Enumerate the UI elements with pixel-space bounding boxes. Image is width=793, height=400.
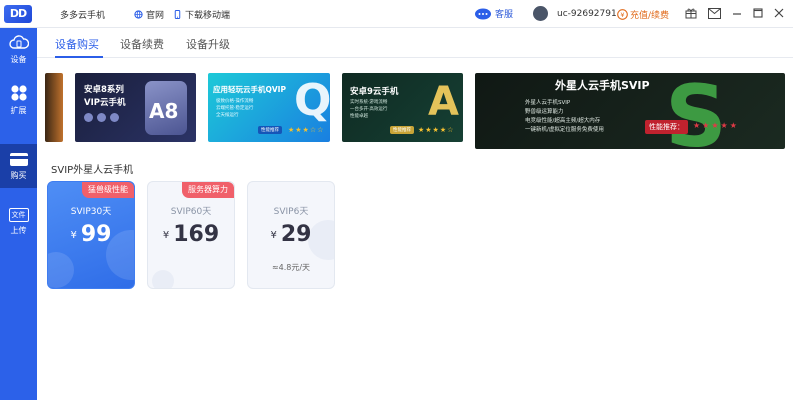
sidebar-item-device[interactable]: 设备 — [0, 28, 37, 72]
banner-big-letter: A — [428, 79, 459, 125]
plan-card-svip30[interactable]: 猛兽级性能 SVIP30天 ¥99 — [47, 181, 135, 289]
card-decoration — [48, 252, 74, 288]
app-title: 多多云手机 — [60, 11, 106, 21]
banner-title: 安卓8系列 — [84, 85, 124, 95]
recharge-label: 充值/续费 — [630, 11, 670, 21]
active-tab-indicator — [55, 56, 103, 58]
plan-badge: 服务器算力 — [182, 182, 234, 198]
sidebar: 设备 扩展 购买 文件上传 上传 — [0, 28, 37, 400]
svg-text:¥: ¥ — [620, 11, 624, 19]
recharge-button[interactable]: ¥ 充值/续费 — [617, 8, 669, 21]
banner-title: 应用轻玩云手机QVIP — [213, 85, 286, 94]
banner-feature: 一键新机/虚拟定位服务免费使用 — [525, 127, 604, 133]
currency-symbol: ¥ — [270, 230, 277, 241]
mail-icon[interactable] — [707, 6, 721, 20]
tab-device-renewal[interactable]: 设备续费 — [120, 36, 164, 52]
plan-card-svip6[interactable]: SVIP6天 ¥29 ≈4.8元/天 — [247, 181, 335, 289]
banner-feature: 电竞级性能/超高主频/超大内存 — [525, 118, 601, 124]
official-site-label: 官网 — [146, 11, 165, 21]
customer-service-button[interactable]: 客服 — [474, 7, 513, 20]
rating-stars: ★★★★☆ — [418, 126, 455, 134]
price-value: 29 — [280, 222, 312, 247]
maximize-button[interactable] — [751, 6, 765, 20]
banner-android9[interactable]: 安卓9云手机 A 实时系统·游戏流畅 一台多开·高效运行 性能卓越 性能推荐 ★… — [342, 73, 463, 142]
app-window: DD 多多云手机 官网 下载移动端 客服 uc-92692791 ¥ 充值/续费 — [0, 0, 793, 400]
banner-big-letter: Q — [294, 75, 330, 126]
price-value: 169 — [173, 222, 220, 247]
sidebar-item-purchase[interactable]: 购买 — [0, 144, 37, 188]
card-decoration — [152, 270, 174, 288]
plan-badge: 猛兽级性能 — [82, 182, 134, 198]
globe-icon — [134, 10, 143, 19]
tab-device-upgrade[interactable]: 设备升级 — [186, 36, 230, 52]
banner-feature: 野兽级运算能力 — [525, 109, 564, 115]
banner-big-letter: A8 — [149, 99, 179, 123]
banner-feature: 外星人云手机SVIP — [525, 100, 571, 106]
banner-feature: 极致价格·操作流畅 — [216, 99, 254, 104]
banner-qvip[interactable]: 应用轻玩云手机QVIP Q 极致价格·操作流畅 云端托管·稳定运行 全天候运行 … — [208, 73, 330, 142]
banner-feature: 全天候运行 — [216, 113, 239, 118]
banner-tag: 性能推荐： — [645, 120, 688, 134]
customer-service-label: 客服 — [495, 10, 514, 20]
sidebar-item-label: 扩展 — [10, 106, 27, 115]
close-button[interactable] — [772, 6, 786, 20]
plan-price: ¥169 — [148, 222, 234, 247]
banner-tag: 性能推荐 — [390, 126, 414, 134]
headset-icon — [475, 8, 491, 20]
tab-device-purchase[interactable]: 设备购买 — [55, 36, 99, 52]
coin-icon: ¥ — [617, 9, 628, 20]
banner-feature: 云端托管·稳定运行 — [216, 106, 254, 111]
banner-title: 安卓9云手机 — [350, 87, 399, 97]
currency-symbol: ¥ — [162, 230, 170, 241]
banner-feature: 一台多开·高效运行 — [350, 107, 388, 112]
banner-tag: 性能推荐 — [258, 126, 282, 134]
phone-icon — [174, 10, 181, 19]
download-mobile-label: 下载移动端 — [185, 11, 231, 21]
plan-card-svip60[interactable]: 服务器算力 SVIP60天 ¥169 — [147, 181, 235, 289]
plan-price: ¥29 — [248, 222, 334, 247]
rating-stars: ★★★☆☆ — [288, 126, 325, 134]
minimize-button[interactable] — [730, 6, 744, 20]
sidebar-item-file-upload[interactable]: 文件上传 上传 — [0, 200, 37, 244]
title-bar: DD 多多云手机 官网 下载移动端 客服 uc-92692791 ¥ 充值/续费 — [0, 0, 793, 28]
sidebar-item-label: 上传 — [10, 226, 27, 235]
official-site-link[interactable]: 官网 — [134, 8, 164, 21]
banner-feature: 性能卓越 — [350, 114, 368, 119]
banner-title: 外星人云手机SVIP — [555, 79, 650, 92]
banner-svip-alien[interactable]: 外星人云手机SVIP S 外星人云手机SVIP 野兽级运算能力 电竞级性能/超高… — [475, 73, 785, 149]
currency-symbol: ¥ — [70, 230, 77, 241]
banner-feature: 实时系统·游戏流畅 — [350, 100, 388, 105]
section-title: SVIP外星人云手机 — [51, 165, 134, 176]
download-mobile-link[interactable]: 下载移动端 — [173, 8, 230, 21]
plan-name: SVIP6天 — [273, 207, 309, 217]
plan-name: SVIP60天 — [170, 207, 212, 217]
banner-subtitle: VIP云手机 — [84, 98, 126, 108]
user-account[interactable]: uc-92692791 — [533, 6, 617, 21]
avatar — [533, 6, 548, 21]
plan-price: ¥99 — [48, 222, 134, 247]
banner-android8-vip[interactable]: 安卓8系列 VIP云手机 A8 — [75, 73, 196, 142]
card-icon — [9, 152, 28, 166]
plan-per-day-price: ≈4.8元/天 — [271, 263, 311, 272]
sidebar-item-extension[interactable]: 扩展 — [0, 78, 37, 122]
sidebar-item-label: 设备 — [10, 55, 27, 64]
cloud-device-icon — [8, 35, 29, 49]
banner-big-letter: S — [665, 73, 727, 149]
sidebar-item-label: 购买 — [10, 170, 27, 180]
feature-icons — [84, 113, 136, 127]
app-logo: DD — [4, 5, 32, 23]
file-icon: 文件上传 — [8, 208, 29, 222]
extension-icon — [10, 85, 27, 101]
plan-name: SVIP30天 — [70, 207, 112, 217]
user-id: uc-92692791 — [557, 8, 617, 19]
tab-bar: 设备购买 设备续费 设备升级 — [37, 28, 793, 58]
gift-icon[interactable] — [684, 6, 698, 20]
banner-partial[interactable] — [45, 73, 63, 142]
price-value: 99 — [80, 222, 112, 247]
rating-stars: ★★★★★ — [693, 121, 739, 130]
